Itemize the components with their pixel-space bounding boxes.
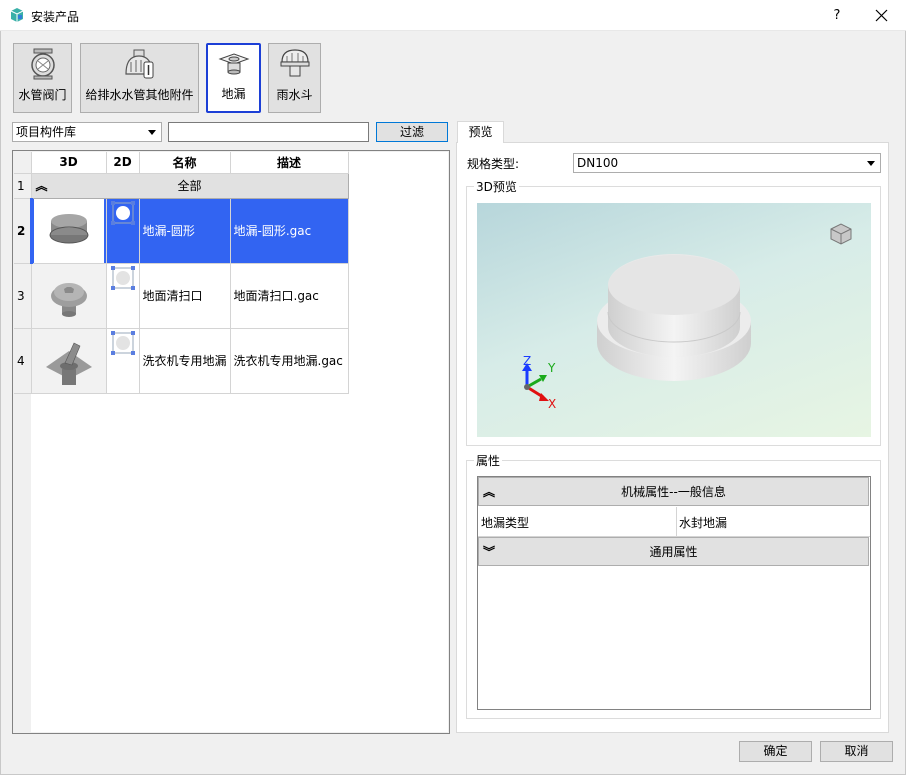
cell-desc: 洗衣机专用地漏.gac [230, 328, 349, 394]
header-row: 3D 2D 名称 描述 [14, 152, 349, 174]
cell-desc: 地漏-圆形.gac [230, 198, 349, 264]
washer-drain-2d-icon [110, 330, 135, 355]
table-row[interactable]: 4 洗衣机专用地漏 洗衣机专用地漏.gac [14, 328, 349, 394]
table-row[interactable]: 3 地面清扫口 地面清扫口.gac [14, 263, 349, 329]
collapse-chevron-icon[interactable]: ︽ [483, 478, 495, 506]
property-value[interactable]: 水封地漏 [676, 507, 870, 537]
category-floor-drain-button[interactable]: 地漏 [206, 43, 261, 113]
round-drain-3d-icon [34, 198, 104, 263]
axis-z-label: Z [523, 354, 532, 368]
ok-button[interactable]: 确定 [739, 741, 812, 762]
app-logo-icon [10, 8, 24, 22]
washer-drain-3d-icon [33, 328, 104, 393]
dropdown-arrow-icon [867, 161, 875, 166]
property-group-label: 机械属性--一般信息 [621, 485, 726, 499]
preview-title: 3D预览 [474, 178, 519, 195]
library-select-value: 项目构件库 [16, 125, 77, 139]
group-row[interactable]: 1 ︽ 全部 [14, 172, 349, 199]
close-icon [875, 9, 888, 22]
property-row[interactable]: 地漏类型 水封地漏 [478, 507, 870, 537]
filter-input[interactable] [168, 122, 369, 142]
column-header-3d[interactable]: 3D [31, 152, 107, 174]
window-title: 安装产品 [31, 10, 80, 24]
column-header-name[interactable]: 名称 [139, 152, 231, 174]
property-group-label: 通用属性 [649, 545, 698, 559]
collapse-chevron-icon[interactable]: ︽ [36, 177, 48, 194]
column-header-desc[interactable]: 描述 [230, 152, 349, 174]
thumbnail-3d [31, 198, 107, 264]
category-label: 水管阀门 [18, 88, 67, 102]
component-table: 3D 2D 名称 描述 1 ︽ 全部 2 地漏-圆形 地漏-圆形.gac 3 地… [14, 152, 349, 394]
row-number: 1 [14, 173, 32, 199]
library-select[interactable]: 项目构件库 [12, 122, 162, 142]
spec-type-select[interactable]: DN100 [573, 153, 881, 173]
valve-icon [30, 48, 55, 80]
property-key: 地漏类型 [481, 516, 530, 530]
help-button[interactable]: ? [822, 0, 852, 31]
row-number: 2 [14, 198, 33, 264]
cell-name: 洗衣机专用地漏 [139, 328, 231, 394]
filter-button[interactable]: 过滤 [376, 122, 448, 142]
thumbnail-3d [31, 263, 107, 329]
table-row[interactable]: 2 地漏-圆形 地漏-圆形.gac [14, 198, 349, 264]
title-bar: 安装产品 ? [0, 0, 906, 31]
column-header-2d[interactable]: 2D [106, 152, 140, 174]
spec-type-label: 规格类型: [467, 157, 520, 171]
property-group-mechanical[interactable]: ︽ 机械属性--一般信息 [478, 477, 869, 506]
property-grid: ︽ 机械属性--一般信息 地漏类型 水封地漏 ︾ 通用属性 [477, 476, 871, 710]
category-rain-bucket-button[interactable]: 雨水斗 [268, 43, 321, 113]
group-header-all[interactable]: ︽ 全部 [30, 172, 349, 199]
cell-name: 地漏-圆形 [139, 198, 231, 264]
rain-bucket-icon [280, 49, 309, 77]
thumbnail-2d [106, 198, 140, 264]
cell-name: 地面清扫口 [139, 263, 231, 329]
axis-y-label: Y [548, 361, 556, 375]
thumbnail-3d [31, 328, 107, 394]
thumbnail-2d [106, 263, 140, 329]
thumbnail-2d [106, 328, 140, 394]
category-pipe-fitting-button[interactable]: 给排水水管其他附件 [80, 43, 199, 113]
expand-chevron-icon[interactable]: ︾ [483, 538, 495, 566]
cancel-button[interactable]: 取消 [820, 741, 893, 762]
round-drain-2d-icon [110, 200, 135, 225]
view-cube-icon[interactable] [828, 221, 854, 247]
category-label: 雨水斗 [276, 88, 313, 102]
category-label: 地漏 [221, 87, 246, 101]
category-label: 给排水水管其他附件 [85, 88, 194, 102]
corner-header [14, 152, 32, 174]
pipe-fitting-icon [124, 49, 153, 79]
cleanout-2d-icon [110, 265, 135, 290]
group-label: 全部 [177, 179, 202, 193]
grid-viewport: 3D 2D 名称 描述 1 ︽ 全部 2 地漏-圆形 地漏-圆形.gac 3 地… [14, 152, 448, 732]
component-grid: 3D 2D 名称 描述 1 ︽ 全部 2 地漏-圆形 地漏-圆形.gac 3 地… [12, 150, 450, 734]
tab-preview[interactable]: 预览 [457, 121, 504, 143]
dropdown-arrow-icon [148, 130, 156, 135]
3d-viewport[interactable]: Z Y X [477, 203, 871, 437]
row-number: 4 [14, 328, 32, 394]
close-button[interactable] [866, 0, 898, 31]
row-number: 3 [14, 263, 32, 329]
category-valve-button[interactable]: 水管阀门 [13, 43, 72, 113]
spec-type-value: DN100 [577, 156, 619, 170]
property-group-common[interactable]: ︾ 通用属性 [478, 537, 869, 566]
floor-drain-icon [218, 53, 249, 75]
cell-desc: 地面清扫口.gac [230, 263, 349, 329]
cleanout-3d-icon [33, 263, 104, 328]
axis-x-label: X [548, 397, 557, 411]
properties-title: 属性 [474, 452, 503, 469]
